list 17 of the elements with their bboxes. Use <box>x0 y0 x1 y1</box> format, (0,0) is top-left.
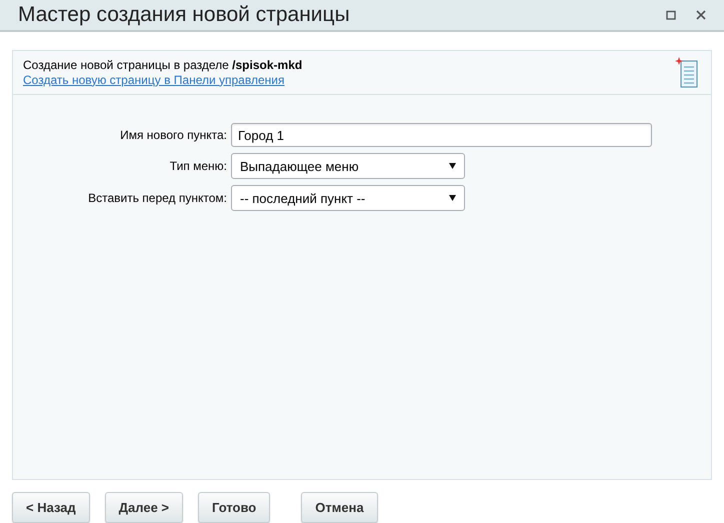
dialog-button[interactable]: Далее > <box>104 492 184 523</box>
dropdown-arrow-icon <box>449 195 456 201</box>
field-label: Тип меню: <box>168 159 227 173</box>
select-field[interactable]: Выпадающее меню <box>231 153 465 179</box>
window-title: Мастер создания новой страницы <box>18 3 351 27</box>
dialog-button[interactable]: Отмена <box>301 492 378 523</box>
maximize-icon[interactable] <box>666 10 676 20</box>
field-label: Имя нового пункта: <box>119 128 227 142</box>
dialog-button[interactable]: Готово <box>198 492 270 523</box>
dialog-button[interactable]: < Назад <box>12 492 90 523</box>
field-label: Вставить перед пунктом: <box>87 191 227 205</box>
select-field[interactable]: -- последний пункт -- <box>231 185 465 211</box>
input-field[interactable]: Город 1 <box>231 123 652 147</box>
dropdown-arrow-icon <box>449 163 456 169</box>
section-caption: Создание новой страницы в разделе /spisok-mkd <box>23 58 304 72</box>
close-icon[interactable] <box>696 10 706 20</box>
control-panel-link[interactable]: Создать новую страницу в Панели управления <box>23 72 284 88</box>
